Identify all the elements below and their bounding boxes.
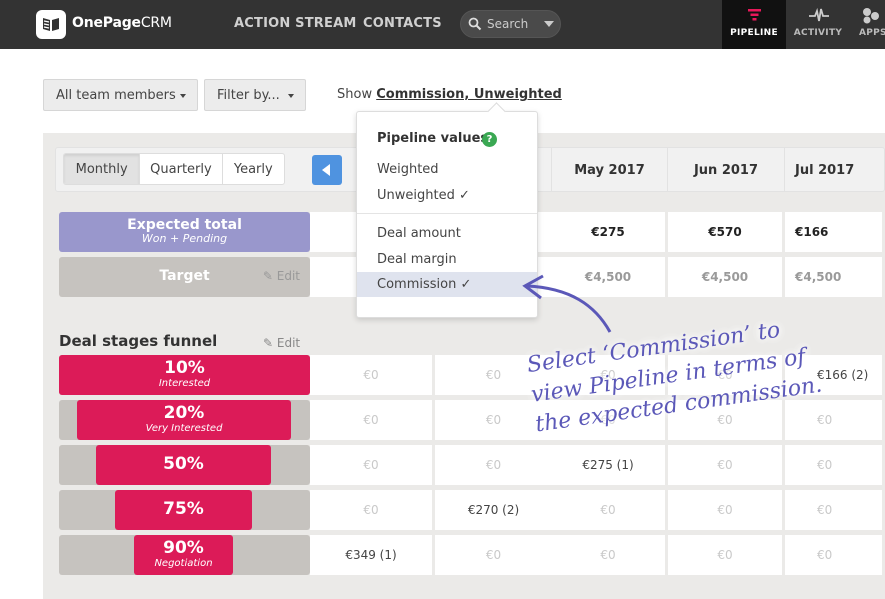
divider (357, 213, 537, 214)
funnel-cell: €0 (435, 535, 555, 575)
filter-by-dropdown[interactable]: Filter by... (204, 79, 306, 111)
stage-percent: 10% (164, 358, 205, 378)
month-header: May 2017 (551, 148, 667, 192)
funnel-cell: €0 (551, 535, 668, 575)
target-cell: €4,500 (668, 257, 785, 297)
stage-percent: 75% (163, 499, 204, 519)
nav-action-stream[interactable]: ACTION STREAM (234, 16, 356, 31)
funnel-cell: €0 (551, 490, 668, 530)
app-name: OnePageCRM (72, 15, 172, 31)
show-values-link[interactable]: Commission, Unweighted (376, 87, 562, 102)
pipeline-values-popover: Pipeline values ? Weighted Unweighted ✓ … (356, 111, 538, 318)
stage-name: Very Interested (145, 423, 223, 434)
option-unweighted[interactable]: Unweighted ✓ (357, 183, 537, 208)
search-placeholder: Search (487, 17, 529, 31)
stage-name: Interested (158, 378, 211, 389)
funnel-stage-bar[interactable]: 10% Interested (59, 355, 310, 395)
funnel-cell: €0 (668, 445, 785, 485)
edit-funnel-button[interactable]: ✎ Edit (263, 336, 300, 350)
funnel-stage-bar[interactable]: 50% (96, 445, 271, 485)
expected-total-cell: €275 (551, 212, 668, 252)
expected-total-cell: €570 (668, 212, 785, 252)
period-monthly[interactable]: Monthly (64, 154, 141, 184)
edit-target-button[interactable]: ✎ Edit (263, 269, 300, 283)
chevron-down-icon (180, 94, 186, 98)
expected-total-cell: €166 (785, 212, 885, 252)
funnel-cell: €0 (435, 445, 555, 485)
tab-pipeline[interactable]: PIPELINE (722, 0, 786, 49)
pencil-icon: ✎ (262, 269, 273, 283)
option-deal-margin[interactable]: Deal margin (357, 247, 537, 272)
tab-activity[interactable]: ACTIVITY (786, 0, 850, 49)
nav-contacts[interactable]: CONTACTS (363, 16, 442, 31)
tab-apps[interactable]: APPS (850, 0, 885, 49)
funnel-title: Deal stages funnel (59, 332, 218, 350)
search-icon (468, 17, 482, 31)
expected-total-label: Expected total Won + Pending (59, 212, 310, 252)
period-toggle: Monthly Quarterly Yearly (63, 153, 285, 185)
month-header: Jun 2017 (667, 148, 784, 192)
popover-title: Pipeline values (377, 131, 489, 146)
funnel-cell: €0 (668, 535, 785, 575)
funnel-cell: €0 (310, 400, 435, 440)
previous-period-button[interactable] (312, 155, 342, 185)
annotation-arrow-icon (522, 274, 612, 333)
funnel-cell: €0 (785, 490, 885, 530)
funnel-stage-bar[interactable]: 75% (115, 490, 252, 530)
funnel-cell[interactable]: €349 (1) (310, 535, 435, 575)
funnel-cell: €0 (310, 355, 435, 395)
chevron-down-icon (288, 94, 294, 98)
help-icon[interactable]: ? (482, 132, 497, 147)
stage-percent: 20% (163, 403, 205, 423)
top-nav-bar: OnePageCRM ACTION STREAM CONTACTS Search… (0, 0, 885, 49)
funnel-cell: €0 (785, 535, 885, 575)
target-cell: €4,500 (785, 257, 885, 297)
team-members-dropdown[interactable]: All team members (43, 79, 198, 111)
option-commission[interactable]: Commission ✓ (357, 272, 537, 297)
funnel-cell[interactable]: €270 (2) (435, 490, 555, 530)
search-input[interactable]: Search (460, 10, 561, 38)
stage-name: Negotiation (154, 558, 213, 569)
stage-percent: 90% (163, 538, 204, 558)
funnel-cell: €0 (785, 445, 885, 485)
option-deal-amount[interactable]: Deal amount (357, 221, 537, 246)
stage-percent: 50% (163, 454, 204, 474)
search-dropdown-icon[interactable] (544, 21, 554, 27)
show-values-label: Show Commission, Unweighted (337, 87, 562, 102)
option-weighted[interactable]: Weighted (357, 157, 537, 182)
target-label: Target ✎ Edit (59, 257, 310, 297)
apps-icon (863, 8, 879, 24)
funnel-stage-bar[interactable]: 90% Negotiation (134, 535, 233, 575)
funnel-icon (748, 9, 761, 21)
funnel-cell: €0 (785, 400, 885, 440)
period-yearly[interactable]: Yearly (223, 154, 284, 184)
pencil-icon: ✎ (263, 336, 274, 350)
pulse-icon (809, 8, 829, 22)
funnel-cell: €0 (310, 445, 435, 485)
funnel-cell: €0 (668, 490, 785, 530)
onepage-logo-icon[interactable] (36, 10, 66, 39)
month-header: Jul 2017 (784, 148, 885, 192)
funnel-stage-bar[interactable]: 20% Very Interested (77, 400, 291, 440)
funnel-cell[interactable]: €275 (1) (551, 445, 668, 485)
funnel-cell: €0 (310, 490, 435, 530)
period-quarterly[interactable]: Quarterly (140, 154, 223, 184)
